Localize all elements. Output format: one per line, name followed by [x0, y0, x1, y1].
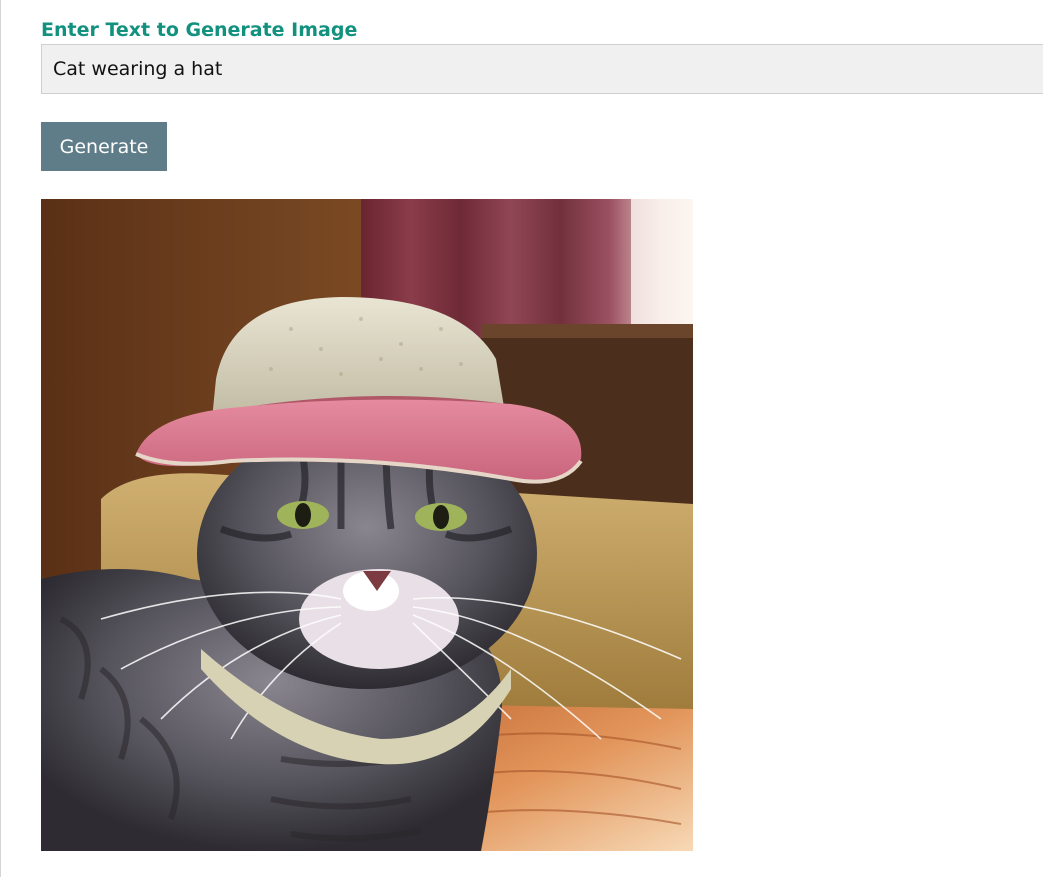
generate-button[interactable]: Generate [41, 122, 167, 171]
prompt-input[interactable] [41, 44, 1043, 94]
page: Enter Text to Generate Image Generate [0, 0, 1043, 877]
generated-image [41, 199, 693, 851]
prompt-label: Enter Text to Generate Image [41, 19, 358, 41]
